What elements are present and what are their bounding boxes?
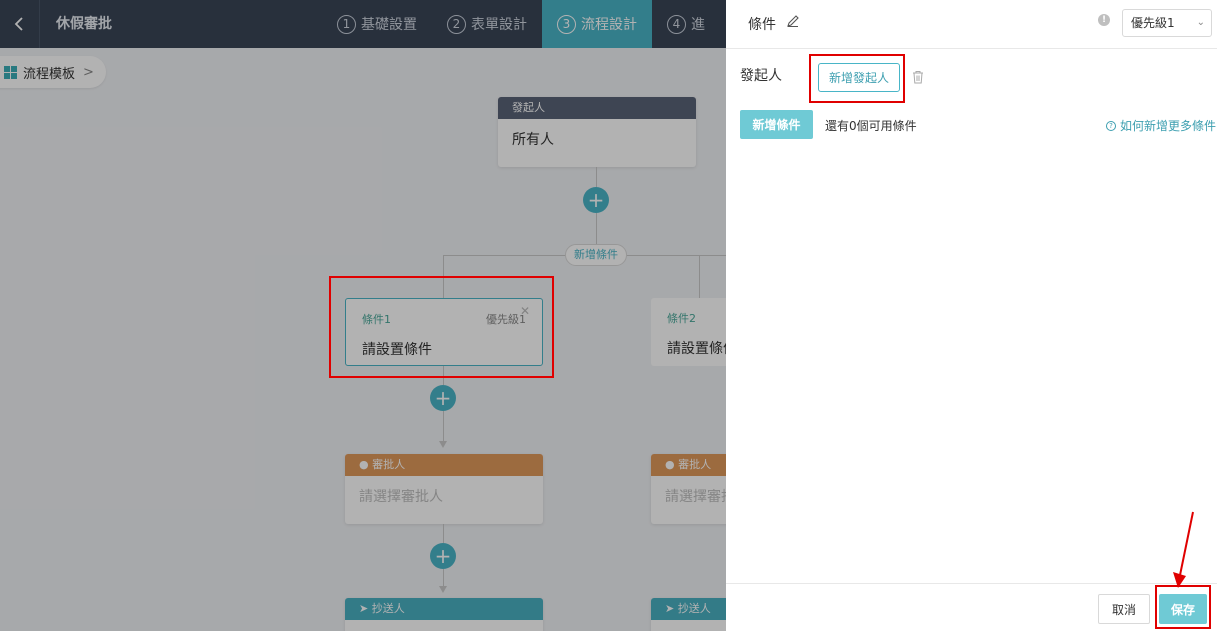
priority-value: 優先級1 bbox=[1131, 16, 1175, 30]
info-icon: ! bbox=[1098, 14, 1110, 26]
save-button[interactable]: 保存 bbox=[1159, 594, 1207, 624]
help-link-label: 如何新增更多條件 bbox=[1120, 119, 1217, 133]
cancel-button[interactable]: 取消 bbox=[1098, 594, 1150, 624]
annotation-arrow-icon bbox=[1173, 511, 1194, 588]
condition-panel: 條件 ! 優先級1 ⌄ 發起人 新增發起人 新增條件 還有0個可用條件 ? 如何… bbox=[726, 0, 1217, 631]
panel-header: 條件 ! 優先級1 ⌄ bbox=[726, 0, 1217, 49]
question-icon: ? bbox=[1106, 120, 1116, 131]
add-condition-button[interactable]: 新增條件 bbox=[740, 110, 813, 139]
trash-icon[interactable] bbox=[912, 70, 924, 84]
panel-title: 條件 bbox=[748, 17, 776, 33]
remaining-conditions-text: 還有0個可用條件 bbox=[825, 119, 917, 133]
initiator-label: 發起人 bbox=[740, 68, 782, 84]
panel-footer: 取消 保存 bbox=[726, 583, 1217, 631]
chevron-down-icon: ⌄ bbox=[1196, 17, 1205, 28]
pencil-icon[interactable] bbox=[786, 14, 800, 28]
help-link[interactable]: ? 如何新增更多條件 bbox=[1106, 117, 1216, 134]
add-initiator-button[interactable]: 新增發起人 bbox=[818, 63, 900, 92]
priority-select[interactable]: 優先級1 ⌄ bbox=[1122, 9, 1212, 37]
modal-overlay[interactable] bbox=[0, 0, 726, 631]
